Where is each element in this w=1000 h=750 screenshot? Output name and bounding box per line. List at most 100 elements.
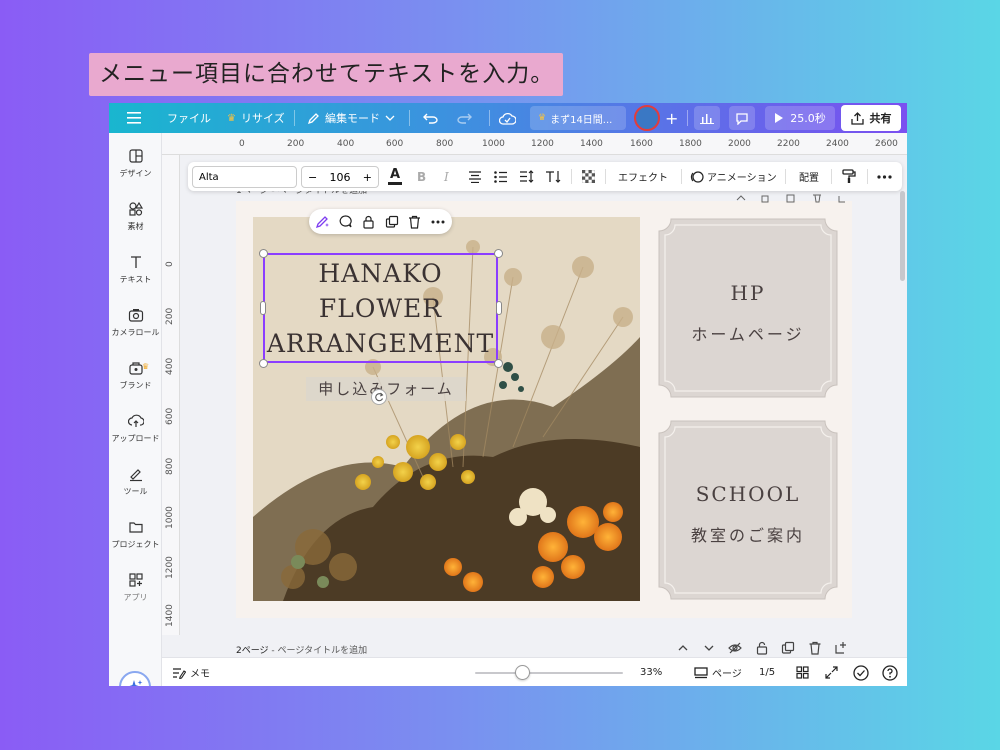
page-2-number: 2ページ	[236, 646, 269, 656]
magic-assistant-button[interactable]	[119, 671, 151, 686]
sidebar-item-text[interactable]: テキスト	[109, 247, 162, 291]
edit-mode-menu[interactable]: 編集モード	[307, 103, 395, 133]
comment-add-button[interactable]	[337, 213, 354, 230]
card-school[interactable]: SCHOOL 教室のご案内	[657, 419, 839, 601]
effects-button[interactable]: エフェクト	[618, 162, 668, 191]
lock-button[interactable]	[360, 213, 377, 230]
hide-icon[interactable]	[728, 641, 742, 655]
font-size-value[interactable]: 106	[330, 171, 351, 184]
pages-button[interactable]: ページ	[694, 658, 742, 686]
resize-handle-right[interactable]	[496, 301, 502, 315]
share-button[interactable]: 共有	[841, 105, 901, 131]
notes-button[interactable]: メモ	[172, 658, 210, 686]
bottom-bar: メモ 33% ページ 1/5	[162, 657, 907, 686]
list-button[interactable]	[494, 162, 508, 191]
duplicate-page-icon[interactable]	[781, 641, 795, 655]
help-button[interactable]	[882, 658, 898, 686]
italic-button[interactable]: I	[444, 162, 449, 191]
animation-button[interactable]: アニメーション	[690, 162, 777, 191]
font-select[interactable]: Alta	[192, 166, 297, 188]
paint-roller-icon	[842, 169, 856, 183]
resize-handle-bl[interactable]	[259, 359, 268, 368]
resize-handle-tr[interactable]	[494, 249, 503, 258]
resize-menu[interactable]: ♛ リサイズ	[227, 103, 285, 133]
trash-icon[interactable]	[808, 641, 822, 655]
zoom-level[interactable]: 33%	[640, 658, 662, 686]
align-button[interactable]	[468, 162, 482, 191]
sidebar-item-label: デザイン	[119, 168, 152, 178]
menu-button[interactable]	[127, 103, 141, 133]
zoom-slider-track[interactable]	[475, 672, 623, 674]
chevron-down-icon[interactable]	[702, 641, 716, 655]
cloud-save-button[interactable]	[499, 103, 516, 133]
size-increase-button[interactable]: +	[363, 171, 372, 184]
sidebar-item-label: プロジェクト	[111, 539, 160, 549]
sidebar-item-tools[interactable]: ツール	[109, 459, 162, 503]
copy-style-button[interactable]	[842, 162, 856, 191]
more-options-button[interactable]	[429, 213, 446, 230]
check-button[interactable]	[853, 658, 869, 686]
add-collaborator-button[interactable]: +	[665, 103, 678, 133]
present-button[interactable]: 25.0秒	[765, 106, 835, 130]
sidebar-item-design[interactable]: デザイン	[109, 141, 162, 185]
crown-icon: ♛	[142, 362, 150, 371]
sidebar-item-apps[interactable]: アプリ	[109, 565, 162, 609]
delete-button[interactable]	[406, 213, 423, 230]
ruler-tick-label: 0	[239, 139, 245, 149]
sidebar-item-projects[interactable]: プロジェクト	[109, 512, 162, 556]
bold-button[interactable]: B	[417, 162, 426, 191]
card-homepage[interactable]: HP ホームページ	[657, 217, 839, 399]
position-button[interactable]: 配置	[799, 162, 819, 191]
page-2-title[interactable]: 2ページ - ページタイトルを追加	[236, 643, 367, 656]
redo-button[interactable]	[457, 103, 472, 133]
ornate-frame	[658, 218, 838, 398]
fullscreen-button[interactable]	[825, 658, 838, 686]
font-size-stepper[interactable]: − 106 +	[301, 166, 379, 188]
separator	[605, 169, 606, 184]
page-1-actions	[735, 189, 845, 203]
comment-button[interactable]	[729, 106, 755, 130]
file-menu[interactable]: ファイル	[167, 103, 211, 133]
insights-button[interactable]	[694, 106, 720, 130]
ruler-tick-label: 1200	[531, 139, 554, 149]
zoom-slider-thumb[interactable]	[515, 665, 530, 680]
undo-button[interactable]	[423, 103, 438, 133]
text-color-letter: A	[389, 166, 401, 182]
camera-icon	[128, 308, 143, 322]
ruler-tick-label: 600	[165, 407, 175, 425]
size-decrease-button[interactable]: −	[308, 171, 317, 184]
selection-box[interactable]	[263, 253, 498, 363]
sidebar-item-label: テキスト	[119, 274, 152, 284]
crown-icon: ♛	[538, 113, 547, 123]
vertical-scrollbar[interactable]	[900, 191, 905, 281]
magic-edit-button[interactable]	[314, 213, 331, 230]
vertical-text-button[interactable]	[545, 162, 561, 191]
spacing-button[interactable]	[519, 162, 534, 191]
grid-view-button[interactable]	[796, 658, 809, 686]
chevron-up-icon[interactable]	[676, 641, 690, 655]
duplicate-button[interactable]	[383, 213, 400, 230]
add-page-icon[interactable]	[834, 641, 848, 655]
resize-handle-br[interactable]	[494, 359, 503, 368]
page-counter[interactable]: 1/5	[759, 658, 775, 686]
transparency-button[interactable]	[582, 162, 595, 191]
trial-button[interactable]: ♛ まず14日間...	[530, 106, 626, 130]
page-2-title-placeholder: - ページタイトルを追加	[268, 646, 368, 656]
toolbar-more-button[interactable]	[877, 162, 892, 191]
align-center-icon	[469, 170, 481, 183]
animation-label: アニメーション	[707, 173, 777, 184]
sidebar-item-camera-roll[interactable]: カメラロール	[109, 300, 162, 344]
sidebar-item-elements[interactable]: 素材	[109, 194, 162, 238]
ruler-tick-label: 1400	[580, 139, 603, 149]
sidebar-item-brand[interactable]: ブランド	[109, 353, 162, 397]
text-color-button[interactable]: A	[388, 162, 402, 191]
ruler-tick-label: 2000	[728, 139, 751, 149]
element-quick-actions	[309, 209, 452, 234]
lock-icon[interactable]	[755, 641, 769, 655]
resize-handle-left[interactable]	[260, 301, 266, 315]
resize-handle-tl[interactable]	[259, 249, 268, 258]
sidebar-item-upload[interactable]: アップロード	[109, 406, 162, 450]
ruler-top: 0 200 400 600 800 1000 1200 1400 1600 18…	[162, 133, 907, 155]
rotate-handle[interactable]	[371, 389, 387, 405]
avatar[interactable]	[634, 105, 660, 131]
